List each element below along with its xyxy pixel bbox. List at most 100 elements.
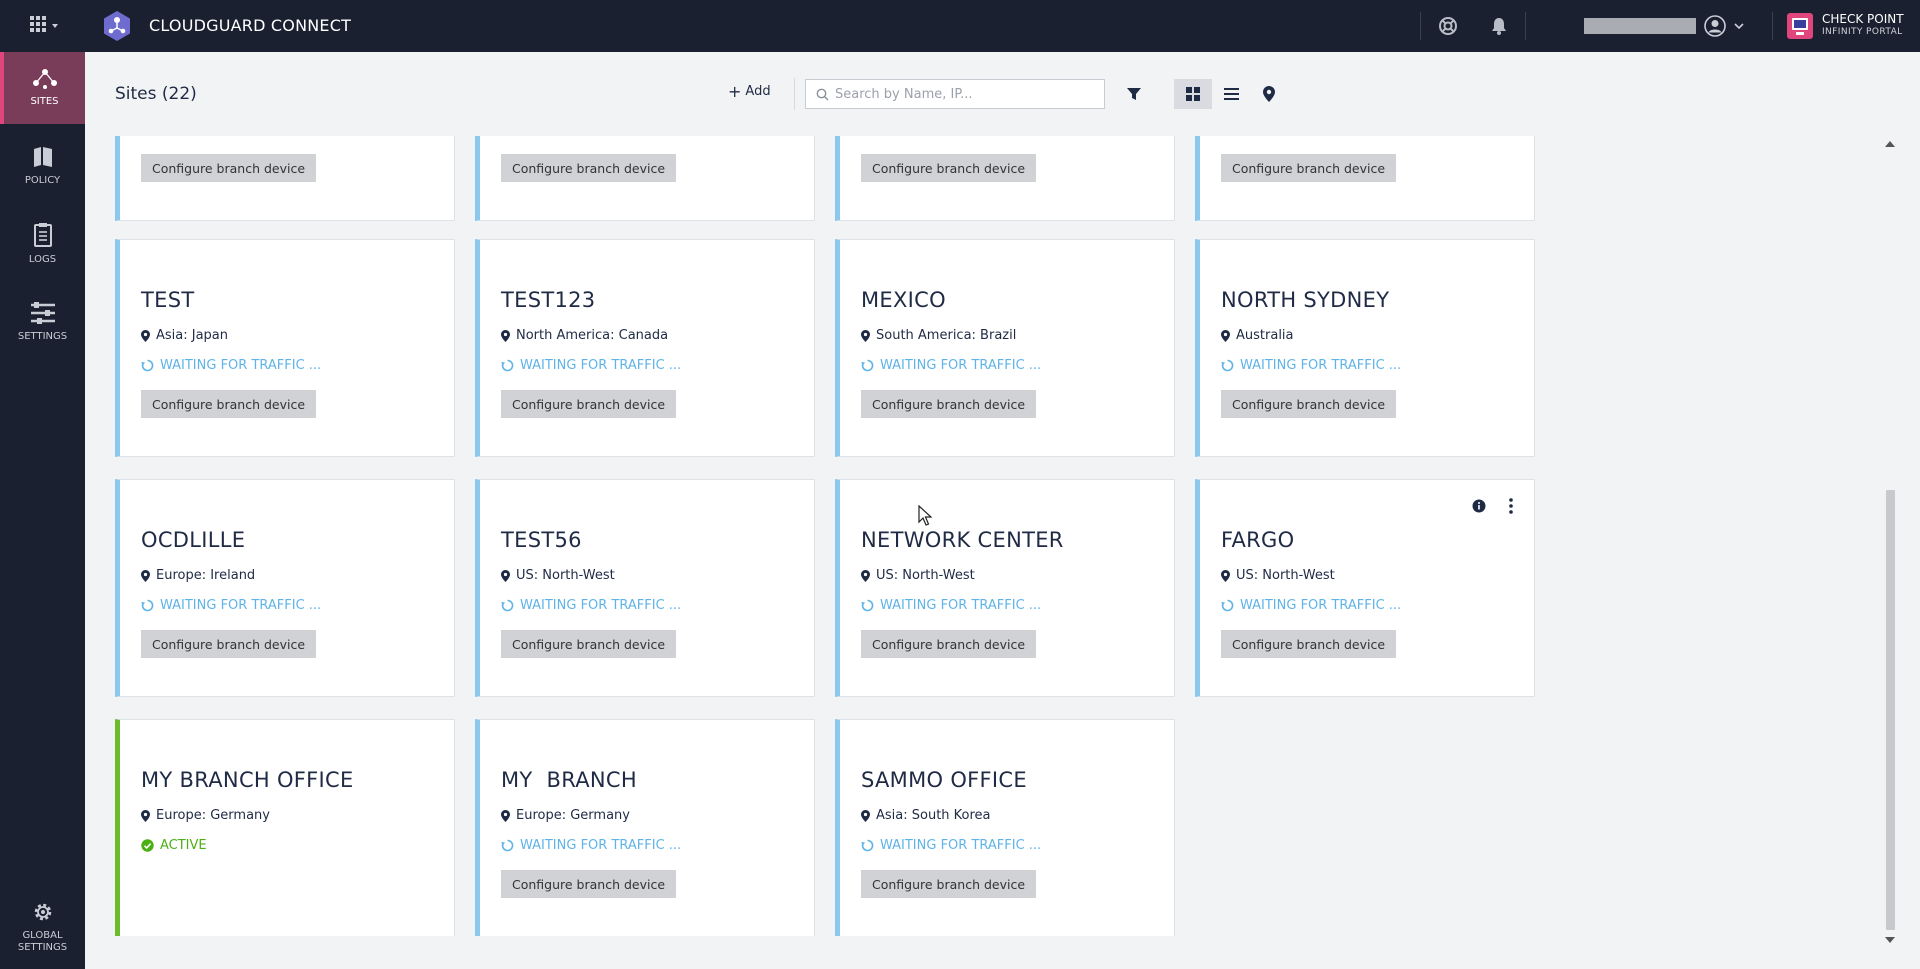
scroll-down-arrow-icon[interactable] [1885,937,1895,943]
grid-view-icon [1186,87,1200,101]
configure-branch-device-button[interactable]: Configure branch device [501,154,677,182]
site-card[interactable]: FARGO US: North-West WAITING FOR TRAFFIC… [1195,479,1535,697]
configure-branch-device-button[interactable]: Configure branch device [1221,390,1397,418]
sidebar-item-policy[interactable]: POLICY [0,130,85,202]
site-status: WAITING FOR TRAFFIC ... [1221,598,1401,613]
sidebar-item-global-settings[interactable]: GLOBAL SETTINGS [0,887,85,967]
site-card[interactable]: OCDLILLE Europe: Ireland WAITING FOR TRA… [115,479,455,697]
sync-icon [861,839,874,852]
site-location: South America: Brazil [861,328,1016,343]
plus-icon: + [728,82,742,101]
site-card[interactable]: MEXICO South America: Brazil WAITING FOR… [835,239,1175,457]
site-location: North America: Canada [501,328,668,343]
user-name-redacted [1584,18,1696,34]
scroll-up-arrow-icon[interactable] [1885,141,1895,147]
site-status: WAITING FOR TRAFFIC ... [141,358,321,373]
configure-branch-device-button[interactable]: Configure branch device [861,630,1037,658]
sync-icon [501,359,514,372]
configure-branch-device-button[interactable]: Configure branch device [141,390,317,418]
info-icon[interactable] [1472,499,1486,513]
site-card[interactable]: SAMMO OFFICE Asia: South Korea WAITING F… [835,719,1175,936]
site-name: TEST56 [501,528,582,552]
sync-icon [861,359,874,372]
configure-branch-device-button[interactable]: Configure branch device [501,870,677,898]
sidebar-item-settings[interactable]: SETTINGS [0,286,85,358]
sync-icon [1221,359,1234,372]
site-card[interactable]: TEST Asia: Japan WAITING FOR TRAFFIC ...… [115,239,455,457]
chevron-down-icon [1734,23,1744,30]
site-location: Europe: Ireland [141,568,255,583]
configure-branch-device-button[interactable]: Configure branch device [861,870,1037,898]
logs-icon [33,223,52,247]
site-name: TEST123 [501,288,596,312]
location-pin-icon [141,329,150,342]
configure-branch-device-button[interactable]: Configure branch device [1221,154,1397,182]
site-status: WAITING FOR TRAFFIC ... [861,838,1041,853]
sync-icon [501,839,514,852]
site-card[interactable]: NORTH SYDNEY Australia WAITING FOR TRAFF… [1195,239,1535,457]
policy-icon [33,147,52,167]
help-lifebuoy-icon[interactable] [1438,16,1458,36]
grid-view-button[interactable] [1174,79,1212,109]
sidebar-item-logs[interactable]: LOGS [0,208,85,280]
sidebar-item-sites[interactable]: SITES [0,52,85,124]
app-title: CLOUDGUARD CONNECT [149,16,352,35]
sync-icon [141,359,154,372]
site-status: WAITING FOR TRAFFIC ... [1221,358,1401,373]
app-launcher-icon[interactable] [30,16,58,36]
site-location: Europe: Germany [501,808,630,823]
site-name: NORTH SYDNEY [1221,288,1390,312]
sync-icon [141,599,154,612]
sync-icon [1221,599,1234,612]
configure-branch-device-button[interactable]: Configure branch device [141,154,317,182]
infinity-portal-logo-icon [1787,13,1813,39]
list-view-button[interactable] [1212,79,1250,109]
settings-sliders-icon [30,302,55,324]
configure-branch-device-button[interactable]: Configure branch device [861,390,1037,418]
location-pin-icon [141,809,150,822]
notifications-bell-icon[interactable] [1489,16,1509,36]
global-settings-label-line2: SETTINGS [17,942,68,953]
more-options-icon[interactable] [1508,498,1514,514]
site-location: Australia [1221,328,1294,343]
configure-branch-device-button[interactable]: Configure branch device [141,630,317,658]
site-name: OCDLILLE [141,528,246,552]
configure-branch-device-button[interactable]: Configure branch device [501,630,677,658]
site-status: WAITING FOR TRAFFIC ... [141,598,321,613]
search-input[interactable] [835,86,1085,102]
configure-branch-device-button[interactable]: Configure branch device [1221,630,1397,658]
site-card[interactable]: MY BRANCH Europe: Germany WAITING FOR TR… [475,719,815,936]
site-card[interactable]: Configure branch device [1195,136,1535,221]
site-name: TEST [141,288,195,312]
configure-branch-device-button[interactable]: Configure branch device [501,390,677,418]
site-card[interactable]: TEST123 North America: Canada WAITING FO… [475,239,815,457]
site-card[interactable]: NETWORK CENTER US: North-West WAITING FO… [835,479,1175,697]
site-name: MY BRANCH [501,768,637,792]
search-box[interactable] [805,79,1105,109]
site-name: MY BRANCH OFFICE [141,768,354,792]
filter-icon[interactable] [1126,86,1142,102]
site-status: ACTIVE [141,838,207,853]
site-card[interactable]: Configure branch device [475,136,815,221]
scrollbar-thumb[interactable] [1886,490,1895,930]
sites-icon [32,69,57,89]
configure-branch-device-button[interactable]: Configure branch device [861,154,1037,182]
location-pin-icon [1221,329,1230,342]
sites-grid: Configure branch device Configure branch… [115,136,1535,936]
sidebar-item-label: SETTINGS [17,331,68,342]
site-location: US: North-West [1221,568,1335,583]
site-card[interactable]: MY BRANCH OFFICE Europe: Germany ACTIVE [115,719,455,936]
location-pin-icon [861,809,870,822]
site-card[interactable]: TEST56 US: North-West WAITING FOR TRAFFI… [475,479,815,697]
site-card[interactable]: Configure branch device [835,136,1175,221]
location-pin-icon [501,809,510,822]
top-bar: CLOUDGUARD CONNECT CHECK POINT INFINITY … [0,0,1920,52]
user-menu[interactable] [1584,15,1744,37]
check-point-brand[interactable]: CHECK POINT INFINITY PORTAL [1786,12,1904,40]
map-view-button[interactable] [1250,79,1288,109]
search-icon [816,88,829,100]
site-location: Europe: Germany [141,808,270,823]
add-site-button[interactable]: + Add [728,82,771,101]
site-card[interactable]: Configure branch device [115,136,455,221]
page-title: Sites (22) [115,84,197,104]
